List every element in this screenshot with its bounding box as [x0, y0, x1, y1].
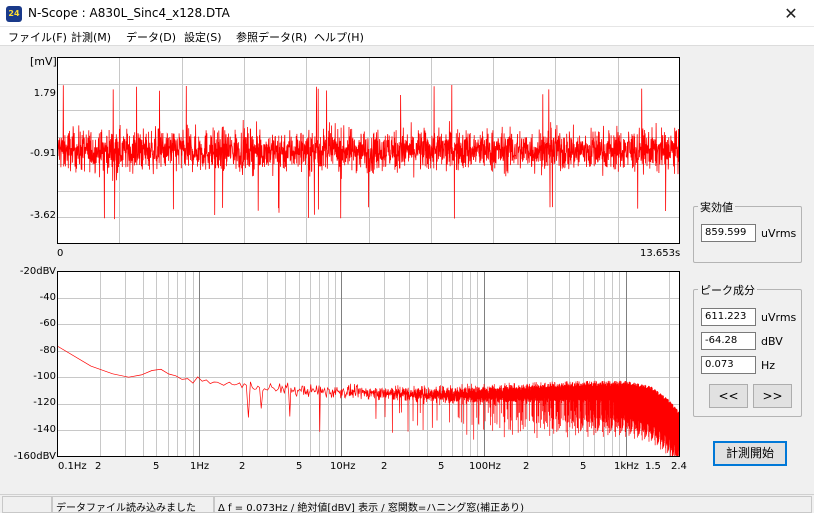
next-peak-button[interactable]: >>	[753, 384, 792, 408]
spec-x-tick: 2	[239, 461, 246, 472]
spec-x-tick: 5	[296, 461, 303, 472]
peak-hz-unit: Hz	[761, 359, 776, 372]
time-trace-line	[57, 84, 680, 220]
peak-hz-field: 0.073	[701, 356, 756, 374]
spec-x-tick: 100Hz	[469, 461, 501, 472]
peak-dbv-unit: dBV	[761, 335, 783, 348]
spec-y-tick: -60	[39, 318, 56, 329]
spectrum-trace-line	[57, 345, 680, 457]
time-y-tick: 1.79	[33, 88, 56, 99]
peak-uvrms-unit: uVrms	[761, 311, 797, 324]
time-y-tick: -0.91	[30, 148, 56, 159]
spec-y-tick: -140	[33, 424, 56, 435]
status-message: データファイル読み込みました	[52, 496, 214, 513]
spec-y-tick: -100	[33, 371, 56, 382]
menu-measure[interactable]: 計測(M)	[71, 29, 111, 45]
menu-settings[interactable]: 設定(S)	[184, 29, 222, 45]
spec-x-tick: 5	[580, 461, 587, 472]
spec-x-tick: 2.4	[671, 461, 687, 472]
rms-value-field: 859.599	[701, 224, 756, 242]
peak-uvrms-field: 611.223	[701, 308, 756, 326]
close-icon[interactable]: ✕	[768, 0, 814, 27]
start-measurement-button[interactable]: 計測開始	[713, 441, 787, 466]
time-y-tick: -3.62	[30, 210, 56, 221]
status-info: Δ f = 0.073Hz / 絶対値[dBV] 表示 / 窓関数=ハニング窓(…	[214, 496, 812, 513]
title-bar: 24 N-Scope : A830L_Sinc4_x128.DTA ✕	[0, 0, 814, 27]
spec-y-tick: -20dBV	[19, 266, 56, 277]
menu-bar: ファイル(F) 計測(M) データ(D) 設定(S) 参照データ(R) ヘルプ(…	[0, 27, 814, 46]
menu-help[interactable]: ヘルプ(H)	[314, 29, 364, 45]
prev-peak-button[interactable]: <<	[709, 384, 748, 408]
status-cell-empty	[2, 496, 52, 513]
time-plot-unit: [mV]	[30, 55, 57, 68]
spectrum-plot[interactable]	[57, 271, 680, 457]
spec-x-tick: 5	[438, 461, 445, 472]
menu-file[interactable]: ファイル(F)	[8, 29, 67, 45]
rms-group-title: 実効値	[698, 199, 735, 215]
time-x-start: 0	[57, 248, 64, 259]
spec-y-tick: -120	[33, 397, 56, 408]
menu-reference[interactable]: 参照データ(R)	[236, 29, 307, 45]
time-domain-plot[interactable]	[57, 57, 680, 244]
spec-y-tick: -40	[39, 292, 56, 303]
spec-x-tick: 0.1Hz	[58, 461, 87, 472]
spec-x-tick: 2	[381, 461, 388, 472]
spec-x-tick: 1kHz	[614, 461, 639, 472]
spec-x-tick: 1.5	[645, 461, 661, 472]
spec-x-tick: 1Hz	[190, 461, 210, 472]
spec-x-tick: 10Hz	[330, 461, 356, 472]
time-x-end: 13.653s	[640, 248, 681, 259]
window-title: N-Scope : A830L_Sinc4_x128.DTA	[28, 6, 230, 20]
menu-data[interactable]: データ(D)	[126, 29, 176, 45]
spec-y-tick: -160dBV	[13, 451, 56, 462]
rms-unit: uVrms	[761, 227, 797, 240]
spec-x-tick: 5	[153, 461, 160, 472]
peak-dbv-field: -64.28	[701, 332, 756, 350]
plot-frame	[57, 271, 680, 457]
app-icon: 24	[6, 6, 22, 22]
spec-x-tick: 2	[95, 461, 102, 472]
status-bar: データファイル読み込みました Δ f = 0.073Hz / 絶対値[dBV] …	[0, 494, 814, 513]
spec-y-tick: -80	[39, 345, 56, 356]
peak-group-title: ピーク成分	[698, 282, 757, 298]
spec-x-tick: 2	[523, 461, 530, 472]
